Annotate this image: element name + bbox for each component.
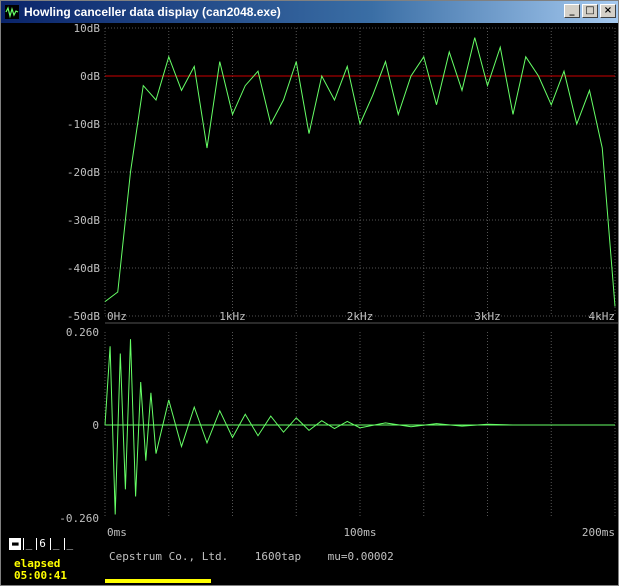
cepstrum-y-tick-label: -0.260 <box>59 512 99 525</box>
channel-button-2[interactable]: _ <box>22 538 35 550</box>
spectrum-x-tick-label: 0Hz <box>107 310 127 323</box>
app-icon <box>4 4 20 20</box>
cepstrum-y-axis: 0.260 0 -0.260 <box>59 326 99 525</box>
minimize-button[interactable]: _ <box>564 4 580 18</box>
company-name: Cepstrum Co., Ltd. <box>109 550 229 563</box>
spectrum-x-tick-label: 1kHz <box>219 310 246 323</box>
window-title: Howling canceller data display (can2048.… <box>24 5 281 19</box>
channel-button-5[interactable]: _ <box>63 538 76 550</box>
spectrum-x-tick-label: 3kHz <box>474 310 501 323</box>
spectrum-x-tick-label: 2kHz <box>347 310 374 323</box>
progress-bar <box>105 579 211 583</box>
window-controls: _ □ × <box>564 4 616 18</box>
spectrum-y-tick-label: -40dB <box>67 262 100 275</box>
status-line: Cepstrum Co., Ltd. 1600tap mu=0.00002 <box>109 550 394 563</box>
spectrum-grid <box>104 27 616 317</box>
spectrum-y-tick-label: -10dB <box>67 118 100 131</box>
app-window: Howling canceller data display (can2048.… <box>0 0 619 586</box>
plots-area: 10dB 0dB -10dB -20dB -30dB -40dB -50dB 0Hz 1kHz… <box>59 23 618 539</box>
spectrum-y-tick-label: -20dB <box>67 166 100 179</box>
close-button[interactable]: × <box>600 4 616 18</box>
title-bar[interactable]: Howling canceller data display (can2048.… <box>1 1 618 23</box>
channel-button-1[interactable]: ▬ <box>9 538 21 550</box>
channel-selector: ▬ _ 6 _ _ <box>9 538 75 550</box>
elapsed-time: 05:00:41 <box>14 569 67 582</box>
spectrum-y-tick-label: -50dB <box>67 310 100 323</box>
cepstrum-y-tick-label: 0 <box>92 419 99 432</box>
spectrum-y-tick-label: -30dB <box>67 214 100 227</box>
channel-button-3[interactable]: 6 <box>36 538 48 550</box>
spectrum-y-tick-label: 0dB <box>80 70 100 83</box>
spectrum-y-tick-label: 10dB <box>74 23 101 35</box>
waveform-icon <box>5 5 19 19</box>
cepstrum-x-tick-label: 0ms <box>107 526 127 539</box>
cepstrum-x-axis: 0ms 100ms 200ms <box>107 526 615 539</box>
channel-button-4[interactable]: _ <box>49 538 62 550</box>
spectrum-x-tick-label: 4kHz <box>589 310 616 323</box>
mu-value: mu=0.00002 <box>327 550 394 563</box>
tap-count: 1600tap <box>254 550 302 563</box>
cepstrum-y-tick-label: 0.260 <box>66 326 99 339</box>
spectrum-y-axis: 10dB 0dB -10dB -20dB -30dB -40dB -50dB <box>67 23 100 323</box>
maximize-button[interactable]: □ <box>582 4 598 18</box>
cepstrum-x-tick-label: 100ms <box>343 526 376 539</box>
cepstrum-x-tick-label: 200ms <box>582 526 615 539</box>
